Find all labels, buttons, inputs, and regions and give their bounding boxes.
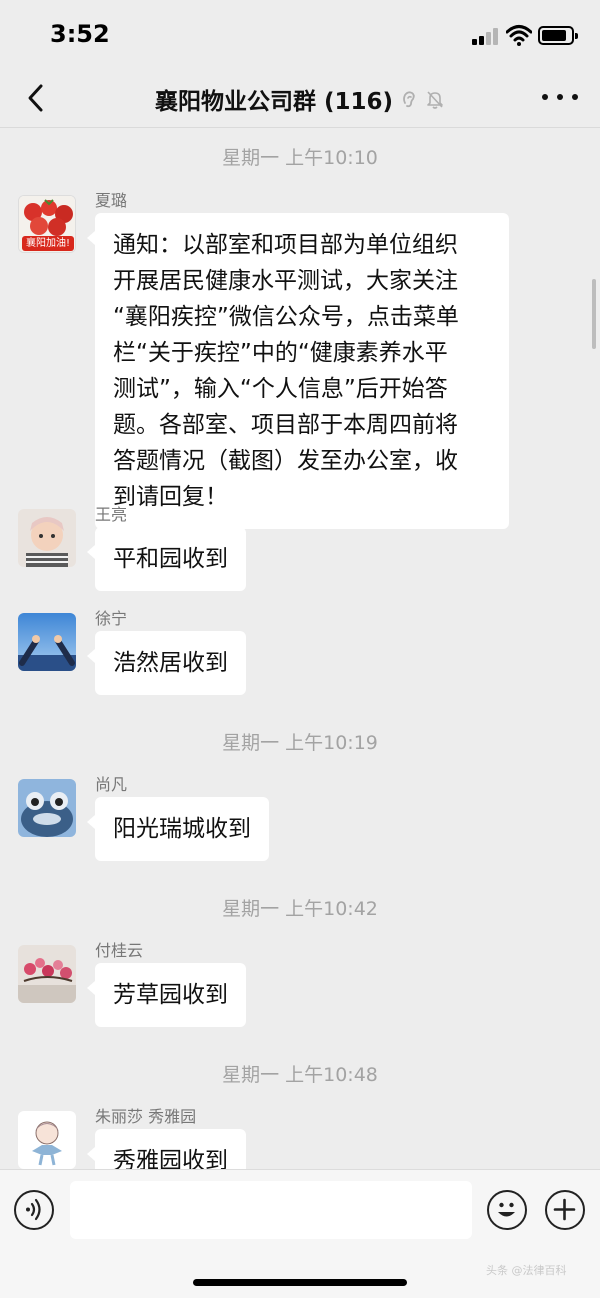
message-line: 开展居民健康水平测试，大家关注 (113, 268, 458, 294)
message-line: 栏“关于疾控”中的“健康素养水平 (113, 340, 448, 366)
nav-bar: 襄阳物业公司群 (116) (0, 70, 600, 128)
message-line: “襄阳疾控”微信公众号，点击菜单 (113, 304, 459, 330)
status-bar: 3:52 (0, 0, 600, 70)
message-line: 通知：以部室和项目部为单位组织 (113, 232, 458, 258)
earpiece-icon (403, 91, 415, 108)
sender-name: 尚凡 (95, 775, 128, 794)
timestamp: 星期一 上午10:19 (222, 732, 378, 754)
more-icon-dot (542, 94, 548, 100)
scrollbar[interactable] (592, 279, 596, 349)
sender-name: 夏璐 (95, 191, 128, 210)
chat-title: 襄阳物业公司群 (116) (154, 89, 394, 115)
chat-area[interactable]: 星期一 上午10:10 襄阳加油! 夏璐 通知：以部室和项目部为单位组织 开展居… (0, 129, 600, 1169)
emoji-button[interactable] (487, 1190, 527, 1230)
message-bubble[interactable]: 浩然居收到 (87, 631, 246, 695)
cartoon-girl-avatar-icon (18, 1111, 76, 1169)
avatar[interactable] (18, 945, 76, 1003)
message-line: 答题情况（截图）发至办公室，收 (113, 448, 458, 474)
message-bubble[interactable]: 通知：以部室和项目部为单位组织 开展居民健康水平测试，大家关注 “襄阳疾控”微信… (87, 213, 509, 529)
avatar[interactable] (18, 1111, 76, 1169)
more-button[interactable] (542, 82, 578, 112)
chat-title-bar[interactable]: 襄阳物业公司群 (116) (0, 82, 600, 116)
avatar-badge: 襄阳加油! (22, 236, 74, 251)
bell-off-icon (427, 91, 443, 109)
sender-name: 付桂云 (95, 941, 144, 960)
baby-avatar-icon (18, 509, 76, 567)
emoji-icon (498, 1202, 515, 1217)
sender-name: 徐宁 (95, 609, 128, 628)
sky-avatar-icon (18, 613, 76, 671)
message-line: 到请回复！ (113, 484, 228, 510)
avatar[interactable] (18, 779, 76, 837)
avatar[interactable] (18, 613, 76, 671)
sender-name: 朱丽莎 秀雅园 (95, 1107, 197, 1126)
message-line: 题。各部室、项目部于本周四前将 (113, 412, 458, 438)
watermark: 头条 @法律百科 (486, 1264, 567, 1277)
timestamp: 星期一 上午10:48 (222, 1064, 378, 1086)
more-icon-dot (572, 94, 578, 100)
wifi-icon (506, 25, 532, 46)
sender-name: 王亮 (95, 505, 128, 524)
message-input[interactable] (70, 1181, 472, 1239)
avatar[interactable] (18, 509, 76, 567)
message-bubble[interactable]: 平和园收到 (87, 527, 246, 591)
avatar[interactable]: 襄阳加油! (18, 195, 76, 253)
timestamp: 星期一 上午10:42 (222, 898, 378, 920)
message-bubble[interactable]: 阳光瑞城收到 (87, 797, 269, 861)
plus-icon (553, 1198, 576, 1221)
voice-button[interactable] (14, 1190, 54, 1230)
message-bubble[interactable]: 芳草园收到 (87, 963, 246, 1027)
message-bubble[interactable]: 秀雅园收到 (87, 1129, 246, 1169)
home-indicator[interactable] (193, 1279, 407, 1286)
battery-icon (538, 26, 578, 45)
flowers-avatar-icon (18, 945, 76, 1003)
message-line: 测试”，输入“个人信息”后开始答 (113, 376, 448, 402)
timestamp: 星期一 上午10:10 (222, 147, 378, 169)
voice-icon (26, 1198, 41, 1221)
frog-avatar-icon (18, 779, 76, 837)
signal-icon (472, 28, 500, 45)
plus-button[interactable] (545, 1190, 585, 1230)
status-time: 3:52 (50, 20, 110, 48)
more-icon-dot (557, 94, 563, 100)
